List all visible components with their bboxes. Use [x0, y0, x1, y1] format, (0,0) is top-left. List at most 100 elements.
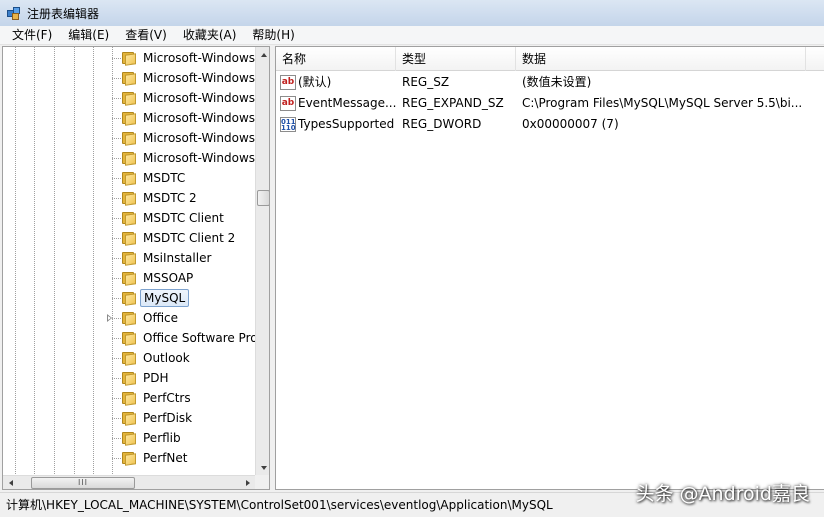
column-header-type[interactable]: 类型	[396, 47, 516, 71]
tree-item-label[interactable]: Microsoft-Windows	[140, 109, 255, 127]
folder-icon	[122, 111, 136, 126]
tree-item-label[interactable]: MSDTC 2	[140, 189, 200, 207]
tree-item[interactable]: Office	[3, 308, 255, 328]
tree-item-label[interactable]: MSDTC	[140, 169, 188, 187]
tree-connector	[112, 398, 121, 399]
tree-item-label[interactable]: Office Software Pro	[140, 329, 255, 347]
registry-editor-icon	[6, 5, 22, 21]
scroll-down-arrow-icon[interactable]	[256, 460, 269, 475]
tree-item-label[interactable]: Microsoft-Windows	[140, 149, 255, 167]
tree-connector	[112, 438, 121, 439]
tree-connector	[112, 98, 121, 99]
string-value-icon: ab	[280, 96, 296, 111]
string-value-icon: ab	[280, 75, 296, 90]
tree-item-label[interactable]: Microsoft-Windows	[140, 49, 255, 67]
tree-item-label[interactable]: MSDTC Client	[140, 209, 227, 227]
value-row[interactable]: 011 110 TypesSupported REG_DWORD 0x00000007 …	[276, 114, 824, 135]
tree-item[interactable]: Microsoft-Windows	[3, 148, 255, 168]
tree-item[interactable]: Microsoft-Windows	[3, 108, 255, 128]
tree-item-label[interactable]: MSSOAP	[140, 269, 196, 287]
scroll-thumb[interactable]	[257, 190, 269, 206]
tree-connector	[112, 178, 121, 179]
folder-icon	[122, 351, 136, 366]
tree-connector	[112, 218, 121, 219]
value-row[interactable]: ab (默认) REG_SZ (数值未设置)	[276, 72, 824, 93]
scroll-right-arrow-icon[interactable]	[240, 476, 255, 489]
tree-item[interactable]: Microsoft-Windows	[3, 68, 255, 88]
tree-item[interactable]: Microsoft-Windows	[3, 88, 255, 108]
tree-item-label[interactable]: Microsoft-Windows	[140, 129, 255, 147]
scroll-up-arrow-icon[interactable]	[256, 47, 269, 62]
tree-item-label[interactable]: PerfNet	[140, 449, 190, 467]
tree-connector	[112, 418, 121, 419]
tree-item-label[interactable]: Outlook	[140, 349, 193, 367]
folder-icon	[122, 311, 136, 326]
tree-item[interactable]: MSDTC Client	[3, 208, 255, 228]
tree-connector	[112, 238, 121, 239]
tree-connector	[112, 378, 121, 379]
menu-favorites[interactable]: 收藏夹(A)	[175, 26, 245, 45]
tree-item[interactable]: Outlook	[3, 348, 255, 368]
tree-item-label[interactable]: MSDTC Client 2	[140, 229, 238, 247]
tree-item[interactable]: MSSOAP	[3, 268, 255, 288]
folder-icon	[122, 331, 136, 346]
folder-icon	[122, 391, 136, 406]
value-data: C:\Program Files\MySQL\MySQL Server 5.5\…	[522, 96, 803, 110]
column-header-data[interactable]: 数据	[516, 47, 806, 71]
folder-icon	[122, 411, 136, 426]
folder-icon	[122, 431, 136, 446]
registry-values-list[interactable]: 名称 类型 数据 ab (默认) REG_SZ (数值未设置) ab EventMessa…	[275, 46, 824, 490]
tree-item-label[interactable]: PerfDisk	[140, 409, 195, 427]
tree-item-label[interactable]: PerfCtrs	[140, 389, 194, 407]
menu-file[interactable]: 文件(F)	[4, 26, 60, 45]
value-name: (默认)	[298, 75, 332, 89]
folder-icon	[122, 291, 136, 306]
tree-item[interactable]: Microsoft-Windows	[3, 128, 255, 148]
tree-item[interactable]: Perflib	[3, 428, 255, 448]
tree-connector	[112, 358, 121, 359]
tree-item-label[interactable]: MsiInstaller	[140, 249, 214, 267]
tree-item[interactable]: Office Software Pro	[3, 328, 255, 348]
tree-item[interactable]: PerfCtrs	[3, 388, 255, 408]
tree-item[interactable]: MSDTC 2	[3, 188, 255, 208]
folder-icon	[122, 151, 136, 166]
scroll-thumb-horizontal[interactable]: III	[31, 477, 135, 489]
menu-help[interactable]: 帮助(H)	[244, 26, 302, 45]
column-header-name[interactable]: 名称	[276, 47, 396, 71]
tree-connector	[112, 158, 121, 159]
tree-item[interactable]: PerfNet	[3, 448, 255, 468]
tree-item[interactable]: Microsoft-Windows	[3, 48, 255, 68]
expand-arrow-icon[interactable]	[107, 314, 112, 322]
tree-horizontal-scrollbar[interactable]: III	[3, 475, 255, 489]
tree-item[interactable]: PerfDisk	[3, 408, 255, 428]
watermark-text: 头条 @Android嘉良	[635, 483, 811, 505]
tree-item-label[interactable]: Perflib	[140, 429, 184, 447]
scroll-left-arrow-icon[interactable]	[3, 476, 18, 489]
menu-view[interactable]: 查看(V)	[117, 26, 175, 45]
menu-edit[interactable]: 编辑(E)	[60, 26, 117, 45]
tree-item-label[interactable]: MySQL	[140, 289, 190, 307]
value-data: (数值未设置)	[522, 75, 592, 89]
tree-connector	[112, 458, 121, 459]
value-type: REG_DWORD	[402, 117, 482, 131]
tree-item-label[interactable]: Microsoft-Windows	[140, 89, 255, 107]
tree-item-label[interactable]: Office	[140, 309, 181, 327]
tree-list: Microsoft-Windows Microsoft-Windows Micros…	[3, 47, 255, 475]
menu-bar: 文件(F) 编辑(E) 查看(V) 收藏夹(A) 帮助(H)	[0, 26, 824, 45]
tree-item-label[interactable]: Microsoft-Windows	[140, 69, 255, 87]
scrollbar-corner	[255, 475, 269, 489]
title-bar[interactable]: 注册表编辑器	[0, 0, 824, 26]
tree-item[interactable]: MsiInstaller	[3, 248, 255, 268]
tree-item[interactable]: MSDTC	[3, 168, 255, 188]
tree-item-label[interactable]: PDH	[140, 369, 172, 387]
folder-icon	[122, 91, 136, 106]
value-name: EventMessage...	[298, 96, 396, 110]
registry-key-tree[interactable]: Microsoft-Windows Microsoft-Windows Micros…	[2, 46, 270, 490]
value-row[interactable]: ab EventMessage... REG_EXPAND_SZ C:\Program…	[276, 93, 824, 114]
value-data: 0x00000007 (7)	[522, 117, 619, 131]
tree-vertical-scrollbar[interactable]	[255, 47, 269, 475]
tree-item[interactable]: MSDTC Client 2	[3, 228, 255, 248]
tree-item[interactable]: MySQL	[3, 288, 255, 308]
tree-connector	[112, 198, 121, 199]
tree-item[interactable]: PDH	[3, 368, 255, 388]
